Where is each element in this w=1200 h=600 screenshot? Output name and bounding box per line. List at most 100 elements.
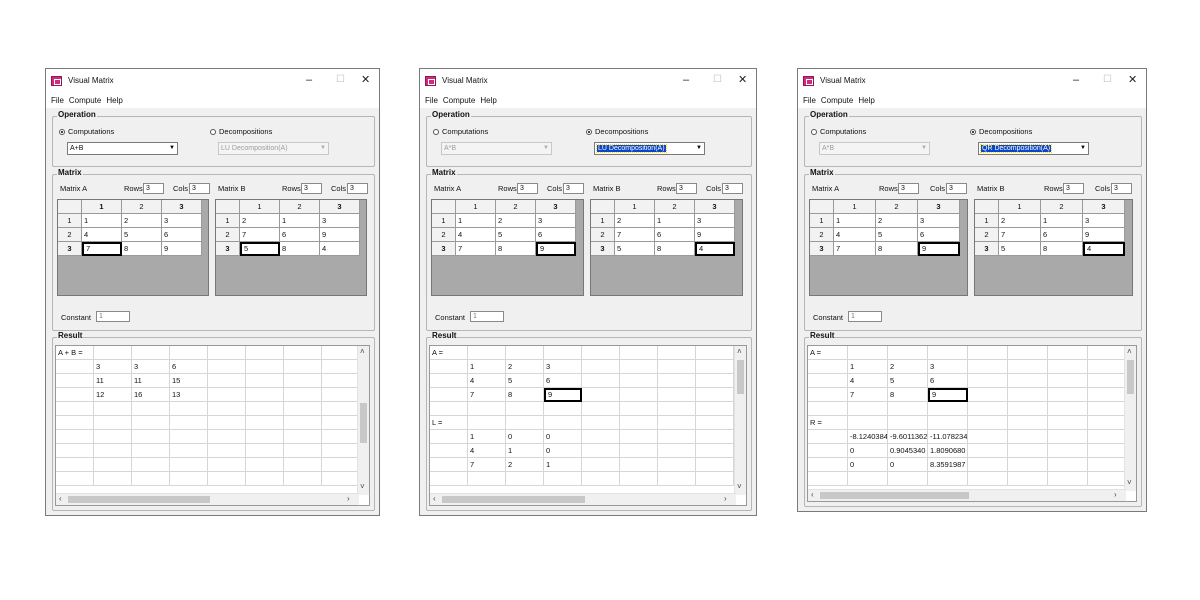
result-cell[interactable]: [132, 472, 170, 486]
menu-file[interactable]: File: [425, 96, 438, 105]
result-cell[interactable]: [284, 430, 322, 444]
matrix-cell[interactable]: 8: [496, 242, 536, 256]
matrix-cell[interactable]: 5: [615, 242, 655, 256]
matrix-cell[interactable]: 4: [82, 228, 122, 242]
result-cell[interactable]: [322, 374, 360, 388]
rows-input[interactable]: 3: [676, 183, 697, 194]
matrix-cell[interactable]: 3: [162, 214, 202, 228]
result-cell[interactable]: [208, 472, 246, 486]
result-cell[interactable]: [1088, 346, 1128, 360]
result-cell[interactable]: [284, 360, 322, 374]
result-cell[interactable]: 0: [544, 430, 582, 444]
title-bar[interactable]: Visual Matrix – ☐ ✕: [420, 69, 756, 93]
result-cell[interactable]: [582, 360, 620, 374]
scroll-left-icon[interactable]: ‹: [433, 494, 436, 504]
menu-file[interactable]: File: [51, 96, 64, 105]
result-cell[interactable]: 6: [928, 374, 968, 388]
result-cell[interactable]: [132, 444, 170, 458]
scroll-right-icon[interactable]: ›: [347, 494, 350, 504]
menu-compute[interactable]: Compute: [69, 96, 101, 105]
result-cell[interactable]: [1048, 388, 1088, 402]
result-cell[interactable]: 1: [506, 444, 544, 458]
result-cell[interactable]: 13: [170, 388, 208, 402]
result-cell[interactable]: [322, 360, 360, 374]
result-cell[interactable]: 8: [506, 388, 544, 402]
result-cell[interactable]: [1048, 416, 1088, 430]
column-header[interactable]: 2: [655, 200, 695, 214]
matrix-cell[interactable]: 1: [280, 214, 320, 228]
matrix-cell[interactable]: 3: [536, 214, 576, 228]
result-cell[interactable]: [658, 416, 696, 430]
cols-input[interactable]: 3: [189, 183, 210, 194]
matrix-cell[interactable]: 8: [1041, 242, 1083, 256]
result-cell[interactable]: [1088, 402, 1128, 416]
vertical-scrollbar[interactable]: ˄ ˅: [734, 346, 746, 495]
matrix-cell[interactable]: 4: [834, 228, 876, 242]
matrix-cell[interactable]: 9: [1083, 228, 1125, 242]
result-cell[interactable]: [430, 472, 468, 486]
title-bar[interactable]: Visual Matrix – ☐ ✕: [798, 69, 1146, 93]
result-cell[interactable]: 9: [544, 388, 582, 402]
result-cell[interactable]: [468, 416, 506, 430]
matrix-cell[interactable]: 1: [1041, 214, 1083, 228]
menu-help[interactable]: Help: [480, 96, 496, 105]
result-cell[interactable]: [968, 430, 1008, 444]
result-cell[interactable]: [94, 458, 132, 472]
result-cell[interactable]: [968, 416, 1008, 430]
result-cell[interactable]: [848, 402, 888, 416]
result-cell[interactable]: [808, 402, 848, 416]
result-cell[interactable]: [56, 374, 94, 388]
row-header[interactable]: 3: [58, 242, 82, 256]
menu-file[interactable]: File: [803, 96, 816, 105]
result-cell[interactable]: 2: [506, 458, 544, 472]
matrix-cell[interactable]: 8: [122, 242, 162, 256]
result-cell[interactable]: [246, 472, 284, 486]
result-cell[interactable]: [430, 444, 468, 458]
result-cell[interactable]: [696, 388, 734, 402]
result-cell[interactable]: [928, 346, 968, 360]
result-cell[interactable]: [430, 430, 468, 444]
result-cell[interactable]: [582, 444, 620, 458]
matrix-cell[interactable]: 6: [536, 228, 576, 242]
minimize-button[interactable]: –: [1073, 72, 1079, 88]
result-cell[interactable]: [696, 458, 734, 472]
chevron-down-icon[interactable]: ▼: [694, 143, 704, 154]
result-cell[interactable]: 8: [888, 388, 928, 402]
matrix-cell[interactable]: 6: [918, 228, 960, 242]
result-cell[interactable]: [1088, 472, 1128, 486]
row-header[interactable]: 2: [58, 228, 82, 242]
menu-compute[interactable]: Compute: [443, 96, 475, 105]
result-cell[interactable]: [968, 360, 1008, 374]
result-cell[interactable]: [132, 416, 170, 430]
result-matrix-name[interactable]: R =: [808, 416, 848, 430]
column-header[interactable]: 1: [615, 200, 655, 214]
column-header[interactable]: 2: [122, 200, 162, 214]
computation-select[interactable]: A+B ▼: [67, 142, 178, 155]
result-matrix-name[interactable]: A =: [430, 346, 468, 360]
result-cell[interactable]: [968, 388, 1008, 402]
result-cell[interactable]: [94, 444, 132, 458]
computation-select[interactable]: A*B ▼: [441, 142, 552, 155]
result-cell[interactable]: [1048, 374, 1088, 388]
result-cell[interactable]: [658, 458, 696, 472]
result-cell[interactable]: [322, 458, 360, 472]
matrix-cell[interactable]: 1: [655, 214, 695, 228]
result-cell[interactable]: [1008, 458, 1048, 472]
rows-input[interactable]: 3: [1063, 183, 1084, 194]
result-cell[interactable]: 2: [506, 360, 544, 374]
rows-input[interactable]: 3: [517, 183, 538, 194]
result-cell[interactable]: [848, 472, 888, 486]
result-cell[interactable]: [506, 416, 544, 430]
matrix-cell[interactable]: 3: [695, 214, 735, 228]
matrix-cell[interactable]: 2: [240, 214, 280, 228]
result-cell[interactable]: [658, 430, 696, 444]
result-cell[interactable]: [1008, 472, 1048, 486]
matrix-cell[interactable]: 3: [320, 214, 360, 228]
result-cell[interactable]: [582, 416, 620, 430]
result-cell[interactable]: [208, 374, 246, 388]
result-cell[interactable]: [968, 402, 1008, 416]
matrix-cell[interactable]: 5: [240, 242, 280, 256]
chevron-down-icon[interactable]: ▼: [919, 143, 929, 154]
result-cell[interactable]: [284, 388, 322, 402]
result-cell[interactable]: [1008, 402, 1048, 416]
